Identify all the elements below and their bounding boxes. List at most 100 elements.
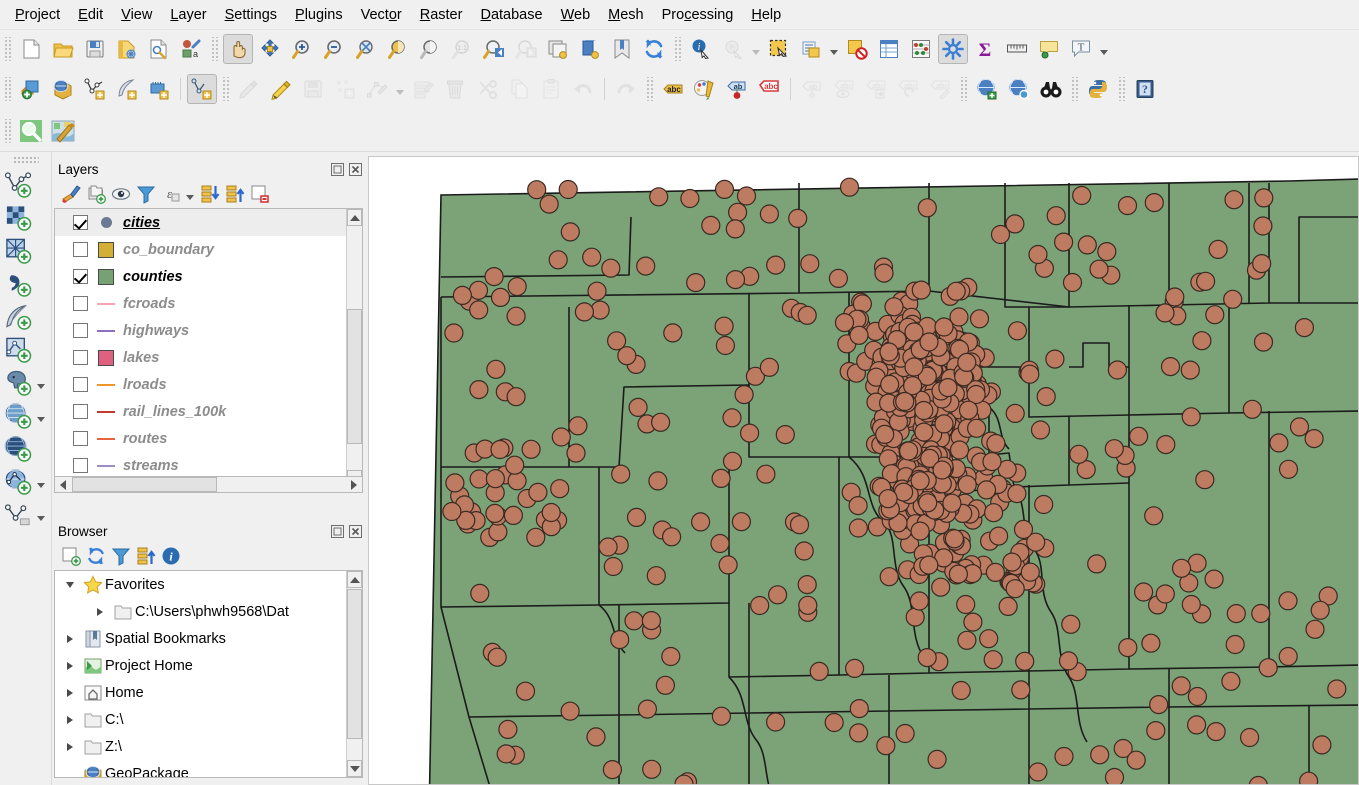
scroll-down-icon[interactable]	[347, 760, 362, 777]
refresh-icon[interactable]	[639, 34, 669, 64]
layer-row[interactable]: highways	[55, 317, 346, 344]
layer-row[interactable]: lakes	[55, 344, 346, 371]
layer-row[interactable]: routes	[55, 425, 346, 452]
add-group-icon[interactable]	[83, 182, 108, 206]
qgis-search-plugin-icon[interactable]	[16, 116, 46, 146]
layers-horizontal-scrollbar[interactable]	[54, 476, 363, 493]
browser-item[interactable]: Favorites	[55, 571, 346, 598]
browser-item[interactable]: Home	[55, 679, 346, 706]
menu-processing[interactable]: ProcessingProcessing	[653, 3, 743, 27]
highlight-labels-icon[interactable]: abc	[754, 74, 784, 104]
scrollbar-thumb[interactable]	[72, 477, 217, 492]
chevron-down-icon[interactable]	[34, 466, 48, 497]
enable-properties-icon[interactable]: i	[158, 544, 183, 568]
browser-item[interactable]: GeoPackage	[55, 760, 346, 777]
map-edit-plugin-icon[interactable]	[48, 116, 78, 146]
add-vector-layer-icon[interactable]	[3, 169, 34, 200]
chevron-down-icon[interactable]	[1097, 34, 1110, 64]
browser-item[interactable]: Z:\	[55, 733, 346, 760]
select-by-value-icon[interactable]	[796, 34, 826, 64]
save-project-icon[interactable]	[80, 34, 110, 64]
browser-tree[interactable]: Favorites C:\Users\phwh9568\Dat Spatial Bo…	[55, 571, 346, 777]
close-icon[interactable]	[347, 161, 363, 177]
toolbar-grip[interactable]	[1070, 77, 1079, 101]
chevron-right-icon[interactable]	[59, 635, 81, 643]
menu-web[interactable]: WebWeb	[552, 3, 600, 27]
layer-row[interactable]: counties	[55, 263, 346, 290]
menu-layer[interactable]: LayerLayer	[161, 3, 215, 27]
layer-visibility-checkbox[interactable]	[73, 350, 88, 365]
layer-row[interactable]: streams	[55, 452, 346, 479]
map-tips-icon[interactable]	[1034, 34, 1064, 64]
refresh-browser-icon[interactable]	[83, 544, 108, 568]
toolbar-grip[interactable]	[3, 37, 12, 61]
collapse-all-icon[interactable]	[222, 182, 247, 206]
zoom-full-icon[interactable]	[351, 34, 381, 64]
statistical-summary-icon[interactable]: Σ	[970, 34, 1000, 64]
menu-project[interactable]: ProjectProject	[6, 3, 69, 27]
chevron-down-icon[interactable]	[749, 34, 762, 64]
field-calculator-icon[interactable]	[906, 34, 936, 64]
menu-raster[interactable]: RasterRaster	[411, 3, 472, 27]
scrollbar-thumb[interactable]	[347, 309, 362, 444]
chevron-down-icon[interactable]	[34, 499, 48, 530]
deselect-features-icon[interactable]	[842, 34, 872, 64]
chevron-right-icon[interactable]	[89, 608, 111, 616]
zoom-in-icon[interactable]	[287, 34, 317, 64]
toolbar-grip[interactable]	[210, 37, 219, 61]
identify-features-icon[interactable]: i	[686, 34, 716, 64]
chevron-down-icon[interactable]	[393, 74, 406, 104]
browser-item[interactable]: Project Home	[55, 652, 346, 679]
layer-row[interactable]: cities	[55, 209, 346, 236]
map-canvas[interactable]	[368, 156, 1359, 785]
zoom-to-selection-icon[interactable]	[383, 34, 413, 64]
add-wms-layer-icon[interactable]	[3, 400, 34, 431]
zoom-out-icon[interactable]	[319, 34, 349, 64]
metasearch-icon[interactable]	[972, 74, 1002, 104]
toolbar-grip[interactable]	[673, 37, 682, 61]
qgis-resource-sharing-icon[interactable]	[1004, 74, 1034, 104]
menu-settings[interactable]: SettingsSettings	[216, 3, 286, 27]
add-raster-layer-icon[interactable]	[3, 202, 34, 233]
chevron-right-icon[interactable]	[59, 743, 81, 751]
layer-visibility-checkbox[interactable]	[73, 296, 88, 311]
browser-item[interactable]: C:\	[55, 706, 346, 733]
new-map-view-icon[interactable]	[543, 34, 573, 64]
layer-visibility-checkbox[interactable]	[73, 404, 88, 419]
add-postgis-layer-icon[interactable]	[3, 367, 34, 398]
toggle-editing-icon[interactable]	[266, 74, 296, 104]
add-mesh-layer-icon[interactable]	[3, 235, 34, 266]
style-dock-icon[interactable]	[690, 74, 720, 104]
new-spatialite-layer-icon[interactable]	[112, 74, 142, 104]
add-wfs-layer-icon[interactable]	[3, 466, 34, 497]
menu-vector[interactable]: VectorVector	[352, 3, 411, 27]
browser-item[interactable]: C:\Users\phwh9568\Dat	[55, 598, 346, 625]
scrollbar-thumb[interactable]	[347, 589, 362, 739]
zoom-last-icon[interactable]	[479, 34, 509, 64]
scroll-right-icon[interactable]	[346, 477, 362, 492]
toolbar-grip[interactable]	[1117, 77, 1126, 101]
new-shapefile-layer-icon[interactable]	[80, 74, 110, 104]
collapse-all-icon[interactable]	[133, 544, 158, 568]
select-features-icon[interactable]	[764, 34, 794, 64]
pin-labels-icon[interactable]: ab	[722, 74, 752, 104]
measure-line-icon[interactable]	[1002, 34, 1032, 64]
toolbar-grip[interactable]	[12, 156, 39, 164]
chevron-down-icon[interactable]	[827, 34, 840, 64]
chevron-right-icon[interactable]	[59, 662, 81, 670]
open-project-icon[interactable]	[48, 34, 78, 64]
menu-plugins[interactable]: PluginsPlugins	[286, 3, 352, 27]
close-icon[interactable]	[347, 523, 363, 539]
add-delimited-text-layer-icon[interactable]	[3, 268, 34, 299]
layer-visibility-checkbox[interactable]	[73, 458, 88, 473]
menu-view[interactable]: ViewView	[112, 3, 161, 27]
layer-row[interactable]: lroads	[55, 371, 346, 398]
toolbar-grip[interactable]	[645, 77, 654, 101]
add-spatialite-layer-icon[interactable]	[3, 301, 34, 332]
layer-visibility-checkbox[interactable]	[73, 377, 88, 392]
label-toolbar-icon[interactable]: abc	[658, 74, 688, 104]
layer-row[interactable]: rail_lines_100k	[55, 398, 346, 425]
manage-visibility-icon[interactable]	[108, 182, 133, 206]
chevron-down-icon[interactable]	[34, 400, 48, 431]
chevron-down-icon[interactable]	[59, 582, 81, 588]
